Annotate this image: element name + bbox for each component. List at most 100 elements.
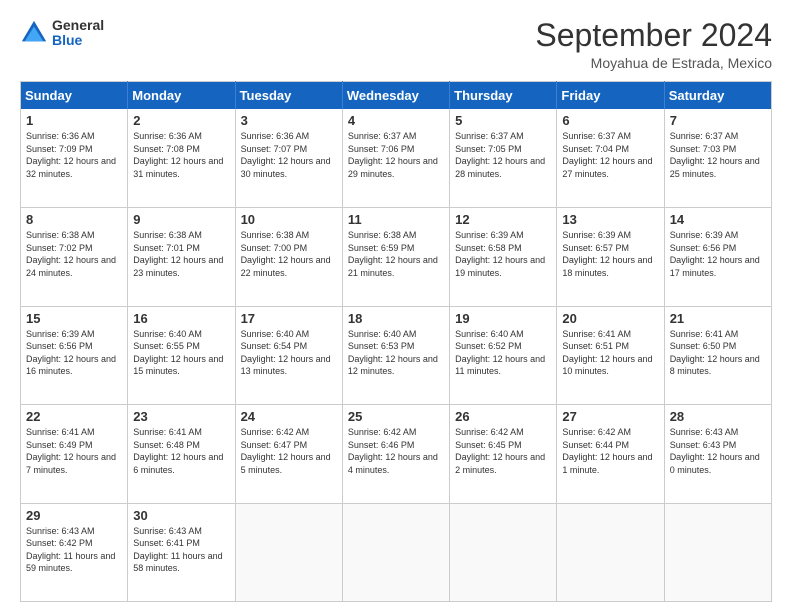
col-thursday: Thursday [450,82,557,110]
day-number: 17 [241,311,337,326]
day-number: 8 [26,212,122,227]
calendar-table: Sunday Monday Tuesday Wednesday Thursday… [20,81,772,602]
logo-general: General [52,18,104,33]
col-sunday: Sunday [21,82,128,110]
day-info: Sunrise: 6:38 AMSunset: 7:01 PMDaylight:… [133,229,229,279]
table-row: 12Sunrise: 6:39 AMSunset: 6:58 PMDayligh… [450,208,557,306]
header: General Blue September 2024 Moyahua de E… [20,18,772,71]
day-number: 13 [562,212,658,227]
table-row: 30Sunrise: 6:43 AMSunset: 6:41 PMDayligh… [128,503,235,602]
logo-blue: Blue [52,33,104,48]
day-number: 23 [133,409,229,424]
table-row [664,503,771,602]
day-info: Sunrise: 6:43 AMSunset: 6:43 PMDaylight:… [670,426,766,476]
table-row: 5 Sunrise: 6:37 AMSunset: 7:05 PMDaylight… [450,109,557,207]
table-row [557,503,664,602]
table-row: 20 Sunrise: 6:41 AMSunset: 6:51 PMDayligh… [557,306,664,404]
day-number: 4 [348,113,444,128]
calendar-week-row: 8 Sunrise: 6:38 AMSunset: 7:02 PMDaylight… [21,208,772,306]
day-number: 27 [562,409,658,424]
day-info: Sunrise: 6:36 AMSunset: 7:07 PMDaylight:… [241,130,337,180]
day-info: Sunrise: 6:39 AMSunset: 6:56 PMDaylight:… [26,328,122,378]
day-info: Sunrise: 6:39 AMSunset: 6:58 PMDaylight:… [455,229,551,279]
day-info: Sunrise: 6:40 AMSunset: 6:52 PMDaylight:… [455,328,551,378]
day-info: Sunrise: 6:37 AMSunset: 7:06 PMDaylight:… [348,130,444,180]
table-row: 28 Sunrise: 6:43 AMSunset: 6:43 PMDayligh… [664,405,771,503]
col-tuesday: Tuesday [235,82,342,110]
day-info: Sunrise: 6:41 AMSunset: 6:51 PMDaylight:… [562,328,658,378]
day-info: Sunrise: 6:38 AMSunset: 7:02 PMDaylight:… [26,229,122,279]
day-info: Sunrise: 6:37 AMSunset: 7:05 PMDaylight:… [455,130,551,180]
table-row: 6Sunrise: 6:37 AMSunset: 7:04 PMDaylight… [557,109,664,207]
day-info: Sunrise: 6:40 AMSunset: 6:53 PMDaylight:… [348,328,444,378]
col-friday: Friday [557,82,664,110]
day-number: 10 [241,212,337,227]
table-row: 16 Sunrise: 6:40 AMSunset: 6:55 PMDayligh… [128,306,235,404]
logo-icon [20,19,48,47]
day-number: 18 [348,311,444,326]
day-number: 26 [455,409,551,424]
table-row: 2 Sunrise: 6:36 AMSunset: 7:08 PMDaylight… [128,109,235,207]
location-subtitle: Moyahua de Estrada, Mexico [535,55,772,71]
table-row: 15Sunrise: 6:39 AMSunset: 6:56 PMDayligh… [21,306,128,404]
table-row: 7 Sunrise: 6:37 AMSunset: 7:03 PMDaylight… [664,109,771,207]
table-row: 4 Sunrise: 6:37 AMSunset: 7:06 PMDaylight… [342,109,449,207]
calendar-week-row: 15Sunrise: 6:39 AMSunset: 6:56 PMDayligh… [21,306,772,404]
page: General Blue September 2024 Moyahua de E… [0,0,792,612]
table-row: 19Sunrise: 6:40 AMSunset: 6:52 PMDayligh… [450,306,557,404]
col-wednesday: Wednesday [342,82,449,110]
day-number: 11 [348,212,444,227]
day-number: 29 [26,508,122,523]
day-info: Sunrise: 6:36 AMSunset: 7:09 PMDaylight:… [26,130,122,180]
day-info: Sunrise: 6:42 AMSunset: 6:47 PMDaylight:… [241,426,337,476]
table-row: 14 Sunrise: 6:39 AMSunset: 6:56 PMDayligh… [664,208,771,306]
calendar-week-row: 1 Sunrise: 6:36 AMSunset: 7:09 PMDaylight… [21,109,772,207]
table-row: 10 Sunrise: 6:38 AMSunset: 7:00 PMDayligh… [235,208,342,306]
day-info: Sunrise: 6:41 AMSunset: 6:49 PMDaylight:… [26,426,122,476]
day-info: Sunrise: 6:40 AMSunset: 6:55 PMDaylight:… [133,328,229,378]
day-info: Sunrise: 6:43 AMSunset: 6:42 PMDaylight:… [26,525,122,575]
table-row: 9Sunrise: 6:38 AMSunset: 7:01 PMDaylight… [128,208,235,306]
day-number: 16 [133,311,229,326]
table-row: 27Sunrise: 6:42 AMSunset: 6:44 PMDayligh… [557,405,664,503]
table-row: 23Sunrise: 6:41 AMSunset: 6:48 PMDayligh… [128,405,235,503]
calendar-week-row: 22Sunrise: 6:41 AMSunset: 6:49 PMDayligh… [21,405,772,503]
table-row: 1 Sunrise: 6:36 AMSunset: 7:09 PMDaylight… [21,109,128,207]
day-info: Sunrise: 6:42 AMSunset: 6:46 PMDaylight:… [348,426,444,476]
day-info: Sunrise: 6:42 AMSunset: 6:45 PMDaylight:… [455,426,551,476]
day-number: 1 [26,113,122,128]
day-info: Sunrise: 6:40 AMSunset: 6:54 PMDaylight:… [241,328,337,378]
table-row: 25 Sunrise: 6:42 AMSunset: 6:46 PMDayligh… [342,405,449,503]
day-number: 20 [562,311,658,326]
day-number: 2 [133,113,229,128]
calendar-week-row: 29 Sunrise: 6:43 AMSunset: 6:42 PMDayligh… [21,503,772,602]
col-monday: Monday [128,82,235,110]
table-row: 3 Sunrise: 6:36 AMSunset: 7:07 PMDaylight… [235,109,342,207]
day-number: 5 [455,113,551,128]
day-number: 14 [670,212,766,227]
calendar-header-row: Sunday Monday Tuesday Wednesday Thursday… [21,82,772,110]
day-info: Sunrise: 6:36 AMSunset: 7:08 PMDaylight:… [133,130,229,180]
day-number: 30 [133,508,229,523]
table-row: 8 Sunrise: 6:38 AMSunset: 7:02 PMDaylight… [21,208,128,306]
day-number: 3 [241,113,337,128]
table-row [450,503,557,602]
day-number: 25 [348,409,444,424]
month-title: September 2024 [535,18,772,53]
table-row: 17 Sunrise: 6:40 AMSunset: 6:54 PMDayligh… [235,306,342,404]
day-number: 24 [241,409,337,424]
table-row: 26 Sunrise: 6:42 AMSunset: 6:45 PMDayligh… [450,405,557,503]
day-number: 28 [670,409,766,424]
day-info: Sunrise: 6:39 AMSunset: 6:57 PMDaylight:… [562,229,658,279]
day-info: Sunrise: 6:38 AMSunset: 7:00 PMDaylight:… [241,229,337,279]
table-row: 29 Sunrise: 6:43 AMSunset: 6:42 PMDayligh… [21,503,128,602]
day-number: 7 [670,113,766,128]
day-info: Sunrise: 6:37 AMSunset: 7:04 PMDaylight:… [562,130,658,180]
day-info: Sunrise: 6:37 AMSunset: 7:03 PMDaylight:… [670,130,766,180]
day-info: Sunrise: 6:39 AMSunset: 6:56 PMDaylight:… [670,229,766,279]
day-info: Sunrise: 6:38 AMSunset: 6:59 PMDaylight:… [348,229,444,279]
table-row: 21Sunrise: 6:41 AMSunset: 6:50 PMDayligh… [664,306,771,404]
table-row: 24 Sunrise: 6:42 AMSunset: 6:47 PMDayligh… [235,405,342,503]
table-row: 18 Sunrise: 6:40 AMSunset: 6:53 PMDayligh… [342,306,449,404]
table-row: 22Sunrise: 6:41 AMSunset: 6:49 PMDayligh… [21,405,128,503]
